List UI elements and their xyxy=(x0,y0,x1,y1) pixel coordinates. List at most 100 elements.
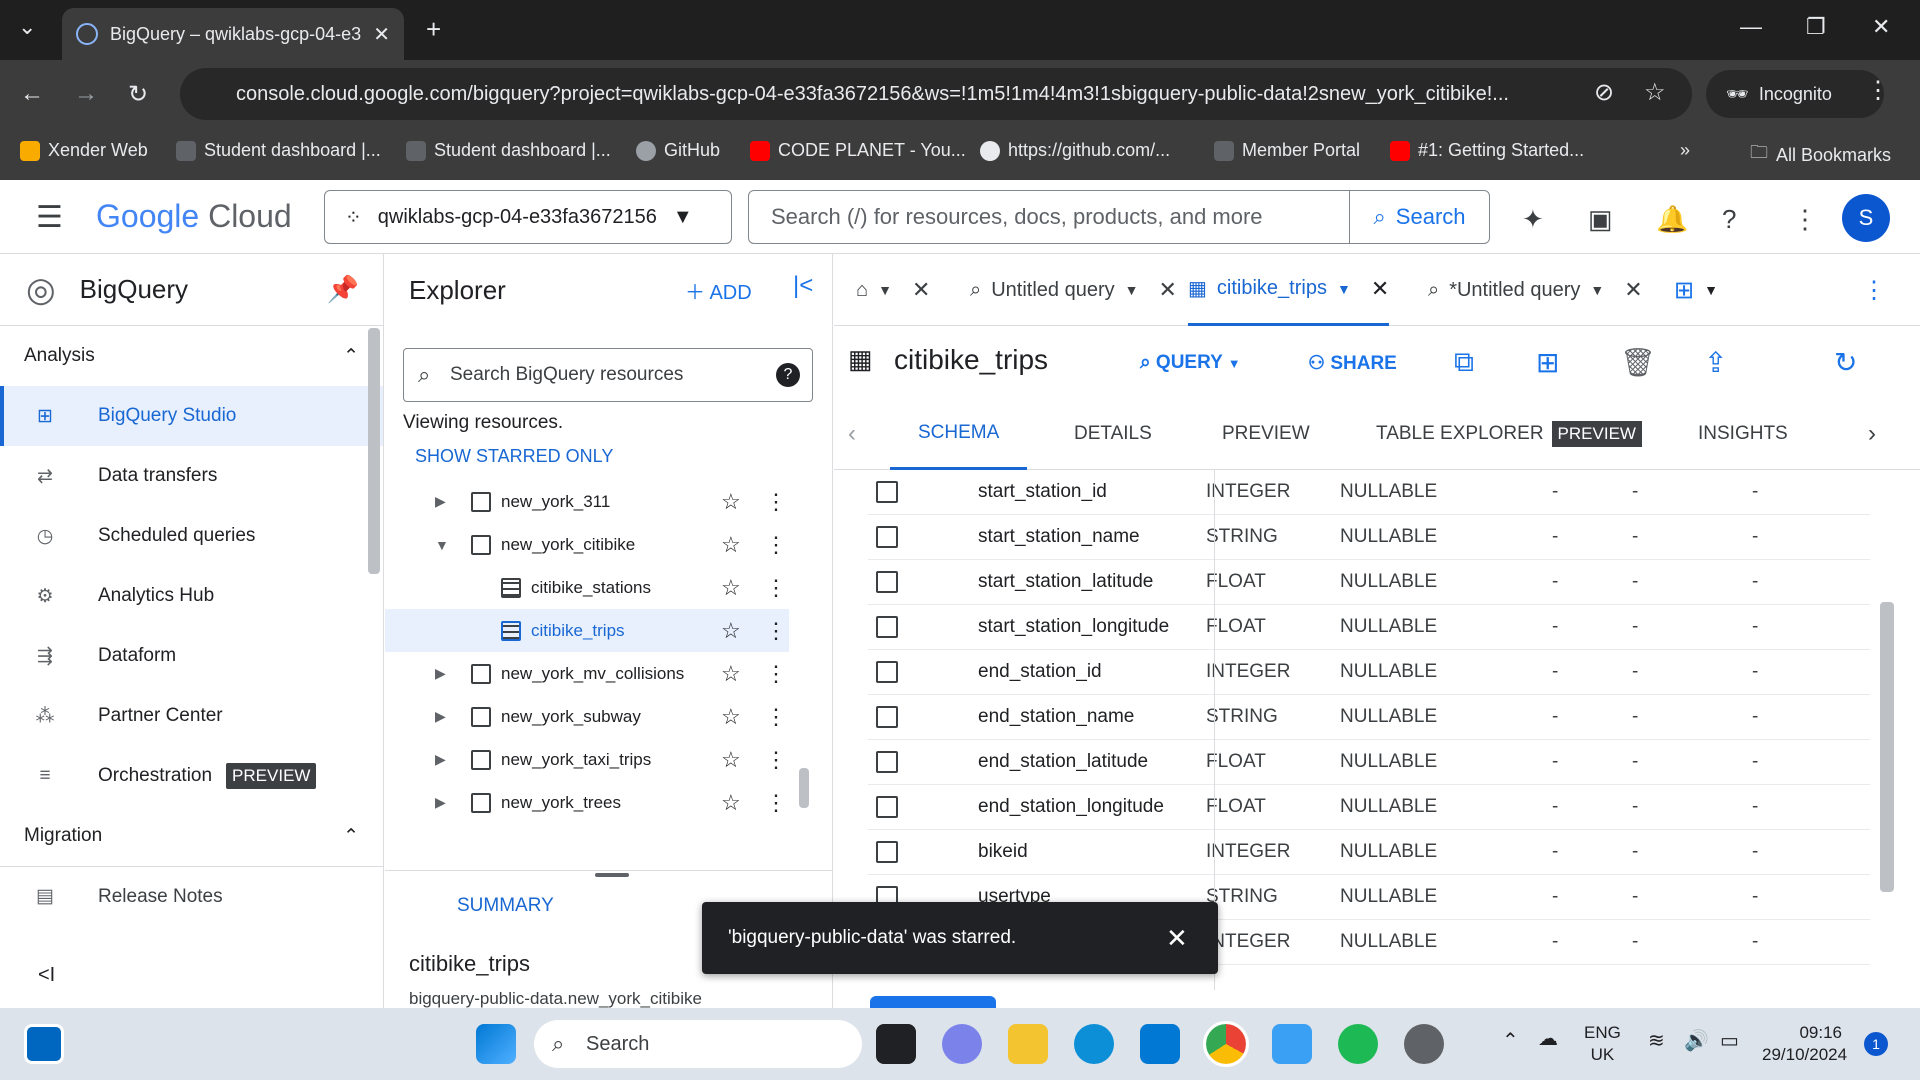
tree-row-dataset[interactable]: ▶ new_york_subway ☆ ⋮ xyxy=(385,695,789,738)
row-checkbox[interactable] xyxy=(876,796,898,818)
schema-row[interactable]: bikeid INTEGER NULLABLE - - - xyxy=(868,830,1870,875)
tab-untitled-query-2[interactable]: ⌕ *Untitled query ▼ ✕ xyxy=(1428,254,1643,326)
gemini-sparkle-icon[interactable]: ✦ xyxy=(1522,204,1544,235)
schema-row[interactable]: start_station_longitude FLOAT NULLABLE - - - xyxy=(868,605,1870,650)
tab-schema[interactable]: SCHEMA xyxy=(890,398,1028,470)
resize-handle[interactable] xyxy=(595,873,629,877)
more-vert-icon[interactable]: ⋮ xyxy=(765,704,787,730)
toast-close-icon[interactable]: ✕ xyxy=(1166,923,1188,954)
tab-table-explorer[interactable]: TABLE EXPLORER PREVIEW xyxy=(1376,398,1642,470)
share-button[interactable]: ⚇ SHARE xyxy=(1308,352,1397,375)
close-icon[interactable]: ✕ xyxy=(1624,277,1642,303)
notification-count-badge[interactable]: 1 xyxy=(1864,1032,1888,1056)
browser-menu-icon[interactable]: ⋮ xyxy=(1866,76,1890,105)
browser-tab[interactable]: BigQuery – qwiklabs-gcp-04-e3 ✕ xyxy=(62,8,404,60)
nav-release-notes[interactable]: ▤ Release Notes xyxy=(0,866,383,926)
bookmark-star-icon[interactable]: ☆ xyxy=(1644,78,1666,107)
chevron-left-icon[interactable]: ‹ xyxy=(848,398,856,470)
project-picker[interactable]: ⁘ qwiklabs-gcp-04-e33fa3672156 ▼ xyxy=(324,190,732,244)
task-view-icon[interactable] xyxy=(876,1024,916,1064)
star-icon[interactable]: ☆ xyxy=(721,747,741,773)
tree-row-dataset[interactable]: ▶ new_york_taxi_trips ☆ ⋮ xyxy=(385,738,789,781)
nav-scrollbar[interactable] xyxy=(368,328,380,574)
edge-icon[interactable] xyxy=(1074,1024,1114,1064)
collapse-panel-icon[interactable]: |< xyxy=(793,272,813,300)
tree-row-table-selected[interactable]: citibike_trips ☆ ⋮ xyxy=(385,609,789,652)
section-migration[interactable]: Migration ⌃ xyxy=(0,806,383,866)
row-checkbox[interactable] xyxy=(876,526,898,548)
more-vert-icon[interactable]: ⋮ xyxy=(765,489,787,515)
url-input[interactable]: console.cloud.google.com/bigquery?projec… xyxy=(180,68,1692,120)
tree-row-table[interactable]: citibike_stations ☆ ⋮ xyxy=(385,566,789,609)
nav-orchestration[interactable]: ≡ Orchestration PREVIEW xyxy=(0,746,383,806)
schema-row[interactable]: end_station_id INTEGER NULLABLE - - - xyxy=(868,650,1870,695)
close-icon[interactable]: ✕ xyxy=(1158,277,1176,303)
new-tab-icon[interactable]: + xyxy=(426,14,441,45)
tab-close-icon[interactable]: ✕ xyxy=(373,22,390,47)
nav-scheduled-queries[interactable]: ◷ Scheduled queries xyxy=(0,506,383,566)
delete-icon[interactable]: 🗑 xyxy=(1620,346,1656,379)
star-icon[interactable]: ☆ xyxy=(721,489,741,515)
schema-row[interactable]: start_station_id INTEGER NULLABLE - - - xyxy=(868,470,1870,515)
bookmarks-overflow[interactable]: » xyxy=(1680,140,1690,161)
bookmark-item[interactable]: #1: Getting Started... xyxy=(1390,140,1584,161)
restore-icon[interactable]: ❐ xyxy=(1806,14,1826,40)
close-icon[interactable]: ✕ xyxy=(912,277,930,303)
tab-search-chevron-icon[interactable]: ⌄ xyxy=(18,14,36,40)
notifications-bell-icon[interactable]: 🔔 xyxy=(1656,204,1688,235)
widgets-icon[interactable] xyxy=(24,1024,64,1064)
star-icon[interactable]: ☆ xyxy=(721,618,741,644)
nav-data-transfers[interactable]: ⇄ Data transfers xyxy=(0,446,383,506)
star-icon[interactable]: ☆ xyxy=(721,661,741,687)
tree-row-dataset[interactable]: ▶ new_york_mv_collisions ☆ ⋮ xyxy=(385,652,789,695)
bookmark-item[interactable]: https://github.com/... xyxy=(980,140,1170,161)
schema-row[interactable]: start_station_name STRING NULLABLE - - - xyxy=(868,515,1870,560)
more-vert-icon[interactable]: ⋮ xyxy=(765,790,787,816)
nav-analytics-hub[interactable]: ⚙ Analytics Hub xyxy=(0,566,383,626)
tree-row-dataset[interactable]: ▶ new_york_311 ☆ ⋮ xyxy=(385,480,789,523)
more-vert-icon[interactable]: ⋮ xyxy=(1862,254,1886,326)
hamburger-menu-icon[interactable]: ☰ xyxy=(36,200,63,235)
eye-off-icon[interactable]: ⊘ xyxy=(1594,78,1614,107)
row-checkbox[interactable] xyxy=(876,841,898,863)
minimize-icon[interactable]: — xyxy=(1740,14,1762,40)
cloud-shell-icon[interactable]: ▣ xyxy=(1588,204,1613,235)
tab-preview[interactable]: PREVIEW xyxy=(1222,398,1310,470)
explorer-search-input[interactable]: ⌕ Search BigQuery resources ? xyxy=(403,348,813,402)
row-checkbox[interactable] xyxy=(876,481,898,503)
schema-row[interactable]: start_station_latitude FLOAT NULLABLE - - - xyxy=(868,560,1870,605)
windows-start-icon[interactable] xyxy=(476,1024,516,1064)
nav-partner-center[interactable]: ⁂ Partner Center xyxy=(0,686,383,746)
store-icon[interactable] xyxy=(1140,1024,1180,1064)
row-checkbox[interactable] xyxy=(876,616,898,638)
tree-row-dataset[interactable]: ▶ new_york_trees ☆ ⋮ xyxy=(385,781,789,824)
tree-scrollbar[interactable] xyxy=(799,768,809,808)
snapshot-icon[interactable]: ⊞ xyxy=(1536,346,1559,379)
forward-icon[interactable]: → xyxy=(74,80,98,108)
all-bookmarks[interactable]: 🗀 All Bookmarks xyxy=(1750,140,1891,170)
taskbar-search[interactable]: ⌕ Search xyxy=(534,1020,862,1068)
clock[interactable]: 09:16 29/10/2024 xyxy=(1762,1022,1847,1066)
collapse-nav-icon[interactable]: <I xyxy=(38,964,55,987)
incognito-badge[interactable]: 🕶 Incognito xyxy=(1706,70,1884,118)
teams-icon[interactable] xyxy=(942,1024,982,1064)
bookmark-item[interactable]: Xender Web xyxy=(20,140,148,161)
schema-row[interactable]: end_station_name STRING NULLABLE - - - xyxy=(868,695,1870,740)
reload-icon[interactable]: ↻ xyxy=(128,80,148,109)
summary-tab[interactable]: SUMMARY xyxy=(457,895,554,917)
bookmark-item[interactable]: GitHub xyxy=(636,140,720,161)
avatar[interactable]: S xyxy=(1842,194,1890,242)
schema-scrollbar[interactable] xyxy=(1880,602,1894,892)
close-icon[interactable]: ✕ xyxy=(1371,276,1389,302)
onedrive-icon[interactable]: ☁ xyxy=(1538,1028,1558,1050)
more-vert-icon[interactable]: ⋮ xyxy=(765,618,787,644)
help-icon[interactable]: ? xyxy=(776,363,800,387)
chevron-up-icon[interactable]: ⌃ xyxy=(1502,1030,1519,1052)
query-button[interactable]: ⌕ QUERY ▼ xyxy=(1140,352,1241,374)
battery-icon[interactable]: ▭ xyxy=(1720,1030,1739,1052)
bookmark-item[interactable]: Student dashboard |... xyxy=(176,140,381,161)
file-explorer-icon[interactable] xyxy=(1008,1024,1048,1064)
language-indicator[interactable]: ENG UK xyxy=(1584,1022,1621,1066)
export-icon[interactable]: ⇪ xyxy=(1704,346,1727,379)
tab-untitled-query[interactable]: ⌕ Untitled query ▼ ✕ xyxy=(970,254,1177,326)
